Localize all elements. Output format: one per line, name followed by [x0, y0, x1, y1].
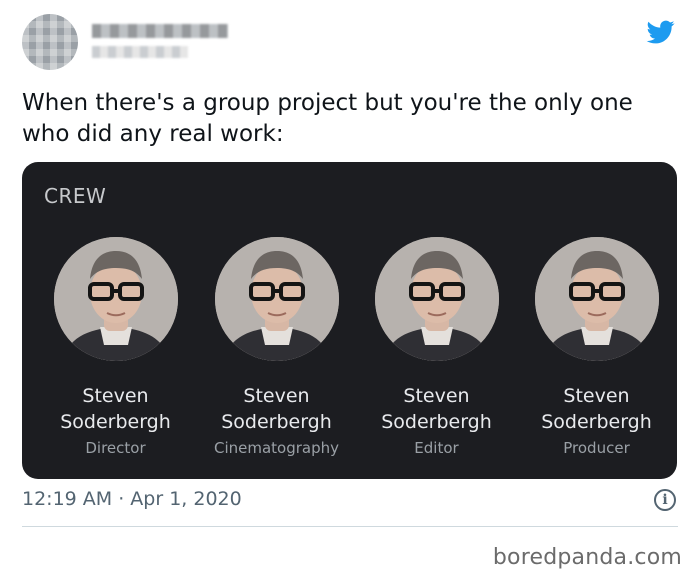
twitter-bird-icon[interactable]	[644, 18, 678, 46]
member-role: Editor	[414, 439, 459, 457]
author-name-blurred[interactable]	[92, 24, 228, 38]
member-name: Steven Soderbergh	[541, 385, 652, 433]
crew-member[interactable]: Steven Soderbergh Editor	[359, 237, 514, 457]
member-role: Director	[85, 439, 146, 457]
info-icon[interactable]: i	[654, 489, 676, 511]
member-role: Producer	[563, 439, 630, 457]
crew-section-label: CREW	[44, 184, 107, 208]
person-photo	[214, 237, 339, 361]
person-photo	[534, 237, 659, 361]
avatar[interactable]	[22, 14, 78, 70]
member-name: Steven Soderbergh	[60, 385, 171, 433]
tweet-text: When there's a group project but you're …	[22, 90, 633, 147]
member-role: Cinematography	[213, 439, 340, 457]
member-name: Steven Soderbergh	[221, 385, 332, 433]
watermark: boredpanda.com	[492, 545, 682, 570]
author-handle-blurred[interactable]	[92, 46, 188, 58]
crew-member[interactable]: Steven Soderbergh Producer	[519, 237, 674, 457]
member-name: Steven Soderbergh	[381, 385, 492, 433]
crew-card[interactable]: CREW Steven Soderbergh Director Steven S…	[22, 162, 677, 479]
divider	[22, 526, 678, 527]
tweet-timestamp[interactable]: 12:19 AM · Apr 1, 2020	[22, 488, 242, 510]
crew-member[interactable]: Steven Soderbergh Director	[38, 237, 193, 457]
tweet-header	[22, 14, 678, 78]
person-photo	[53, 237, 178, 361]
person-photo	[374, 237, 499, 361]
crew-member[interactable]: Steven Soderbergh Cinematography	[199, 237, 354, 457]
